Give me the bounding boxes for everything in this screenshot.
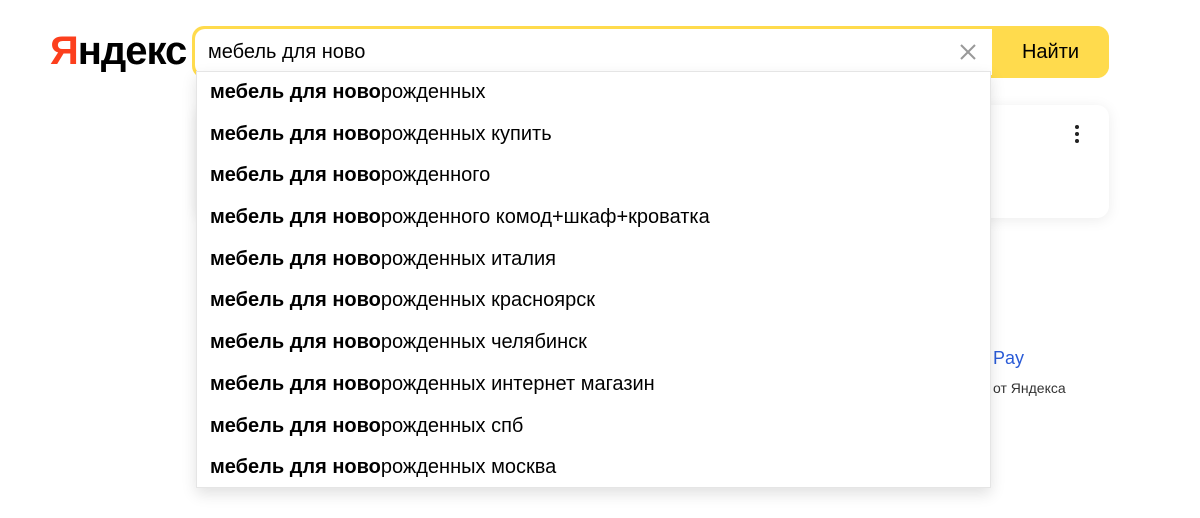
- pay-subtitle: от Яндекса: [993, 380, 1066, 396]
- search-button[interactable]: Найти: [992, 26, 1109, 78]
- suggest-item-match: мебель для ново: [210, 289, 381, 312]
- suggest-item[interactable]: мебель для новорожденных спб: [197, 406, 990, 448]
- suggest-item[interactable]: мебель для новорожденных москва: [197, 447, 990, 489]
- suggest-item[interactable]: мебель для новорожденных интернет магази…: [197, 364, 990, 406]
- suggest-item-completion: рожденных красноярск: [380, 289, 595, 312]
- suggest-item-match: мебель для ново: [210, 331, 381, 354]
- suggest-item-completion: рожденных москва: [380, 456, 557, 479]
- more-options-icon[interactable]: [1067, 125, 1087, 147]
- suggest-item-match: мебель для ново: [210, 206, 381, 229]
- suggest-item-completion: рожденных спб: [380, 414, 524, 437]
- suggest-item[interactable]: мебель для новорожденных италия: [197, 239, 990, 281]
- suggest-item-completion: рожденных: [380, 81, 486, 103]
- suggest-item-match: мебель для ново: [210, 414, 381, 437]
- suggest-item-match: мебель для ново: [210, 81, 381, 103]
- suggest-item-completion: рожденного комод+шкаф+кроватка: [380, 206, 710, 229]
- search-field-container: [195, 29, 992, 75]
- page: Яндекс Pay от Яндекса Найти мебель для н…: [0, 0, 1200, 518]
- suggest-item[interactable]: мебель для новорожденных купить: [197, 114, 990, 156]
- suggest-item-match: мебель для ново: [210, 247, 381, 270]
- suggest-dropdown: мебель для новорожденных мебель для новор…: [196, 71, 991, 488]
- logo-first-letter: Я: [50, 29, 79, 73]
- suggest-item-completion: рожденных италия: [380, 247, 556, 270]
- search-input[interactable]: [208, 29, 948, 75]
- suggest-item-match: мебель для ново: [210, 372, 381, 395]
- suggest-item-match: мебель для ново: [210, 164, 381, 187]
- suggest-item-completion: рожденных интернет магазин: [380, 372, 655, 395]
- suggest-item[interactable]: мебель для новорожденного: [197, 155, 990, 197]
- yandex-logo[interactable]: Яндекс: [50, 26, 188, 76]
- suggest-item[interactable]: мебель для новорожденных: [197, 72, 990, 114]
- suggest-item-completion: рожденного: [380, 164, 491, 187]
- pay-label[interactable]: Pay: [993, 348, 1024, 369]
- suggest-item-match: мебель для ново: [210, 122, 381, 145]
- suggest-item[interactable]: мебель для новорожденного комод+шкаф+кро…: [197, 197, 990, 239]
- suggest-item[interactable]: мебель для новорожденных красноярск: [197, 280, 990, 322]
- suggest-item-completion: рожденных челябинск: [380, 331, 587, 354]
- suggest-item-completion: рожденных купить: [380, 122, 552, 145]
- suggest-item-match: мебель для ново: [210, 456, 381, 479]
- logo-rest: ндекс: [77, 29, 188, 73]
- suggest-item[interactable]: мебель для новорожденных челябинск: [197, 322, 990, 364]
- clear-icon[interactable]: [956, 40, 980, 64]
